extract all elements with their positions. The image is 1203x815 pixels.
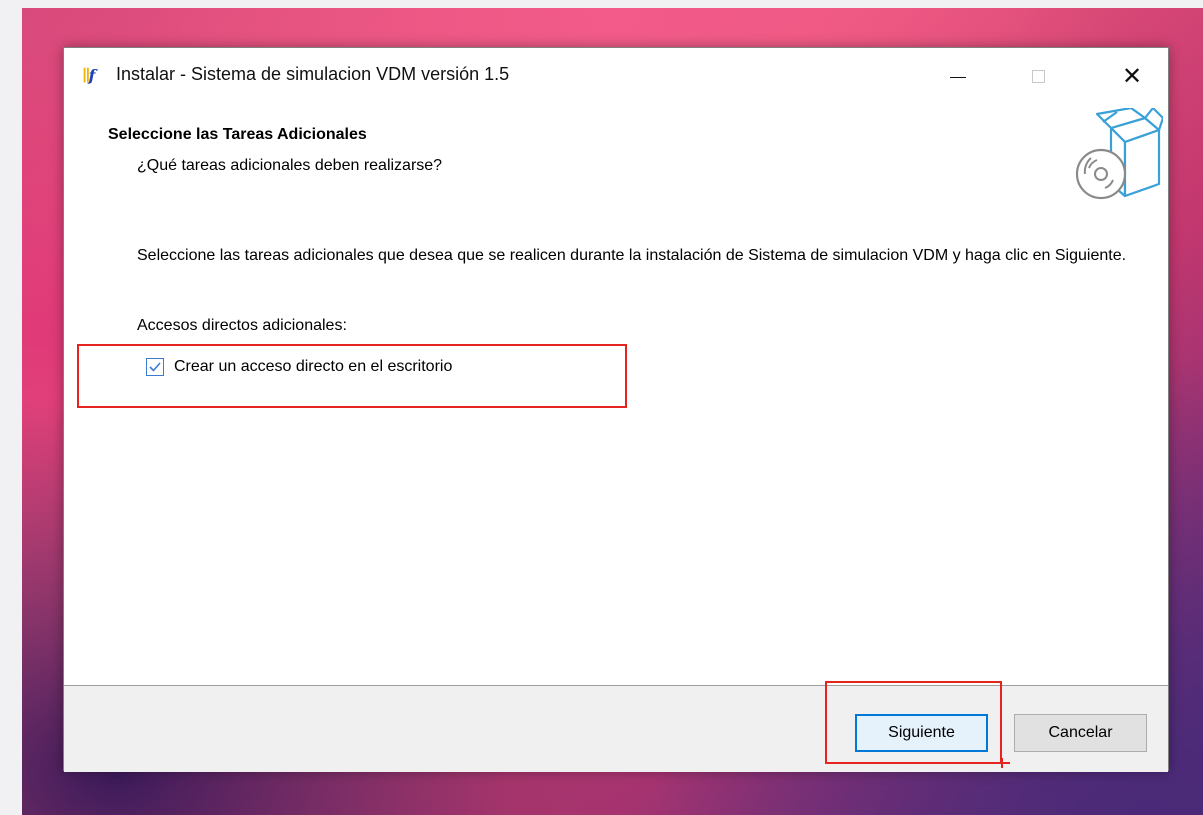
page-title: Seleccione las Tareas Adicionales xyxy=(108,126,367,143)
cancel-button[interactable]: Cancelar xyxy=(1014,714,1147,752)
shortcuts-group-label: Accesos directos adicionales: xyxy=(137,317,347,334)
title-bar[interactable]: ∥f Instalar - Sistema de simulacion VDM … xyxy=(64,48,1168,104)
minimize-icon xyxy=(950,76,966,78)
installer-app-icon: ∥f xyxy=(82,66,95,85)
screen: ∥f Instalar - Sistema de simulacion VDM … xyxy=(0,0,1203,815)
minimize-button[interactable] xyxy=(928,48,988,104)
close-icon: ✕ xyxy=(1121,62,1143,90)
annotation-mark xyxy=(994,758,1010,768)
installer-window: ∥f Instalar - Sistema de simulacion VDM … xyxy=(63,47,1169,772)
desktop-shortcut-option[interactable]: Crear un acceso directo en el escritorio xyxy=(146,356,452,378)
task-description: Seleccione las tareas adicionales que de… xyxy=(137,247,1127,264)
close-button[interactable]: ✕ xyxy=(1102,48,1162,104)
desktop-shortcut-label[interactable]: Crear un acceso directo en el escritorio xyxy=(174,358,452,376)
box-disc-icon xyxy=(1075,108,1163,200)
maximize-button[interactable] xyxy=(1008,48,1068,104)
desktop-shortcut-checkbox[interactable] xyxy=(146,358,164,376)
checkmark-icon xyxy=(149,362,161,372)
page-subtitle: ¿Qué tareas adicionales deben realizarse… xyxy=(137,157,443,174)
next-button[interactable]: Siguiente xyxy=(855,714,988,752)
maximize-icon xyxy=(1031,69,1045,83)
window-title: Instalar - Sistema de simulacion VDM ver… xyxy=(116,64,510,84)
